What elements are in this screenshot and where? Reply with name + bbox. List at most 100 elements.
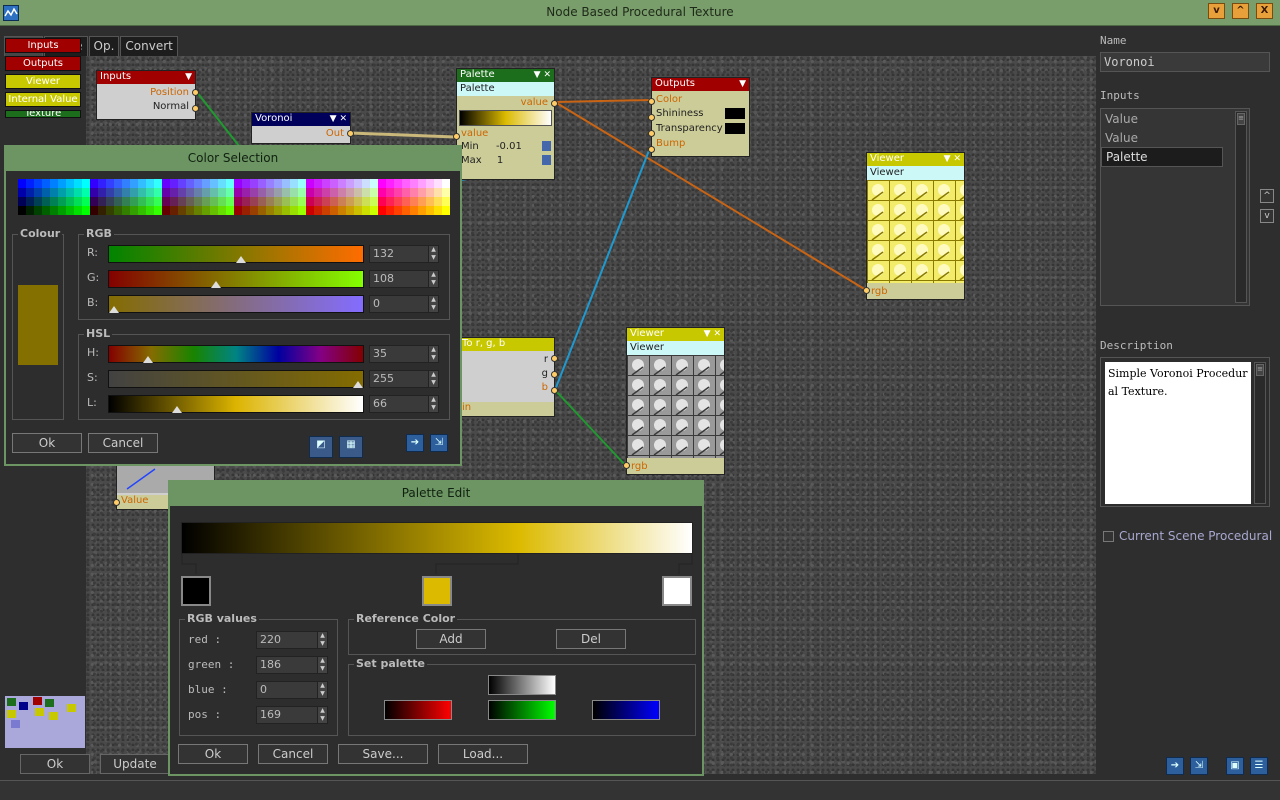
color-grid-swatch[interactable] (66, 179, 75, 189)
color-grid-swatch[interactable] (258, 206, 267, 215)
color-grid-swatch[interactable] (194, 188, 203, 198)
color-grid-swatch[interactable] (34, 188, 43, 198)
s-slider[interactable] (108, 370, 364, 388)
color-grid-swatch[interactable] (290, 197, 299, 207)
close-icon[interactable]: ▼ ✕ (944, 153, 961, 165)
color-grid-swatch[interactable] (282, 188, 291, 198)
color-grid-swatch[interactable] (66, 206, 75, 215)
color-grid-swatch[interactable] (330, 197, 339, 207)
color-grid-swatch[interactable] (234, 179, 243, 189)
color-grid-swatch[interactable] (114, 206, 123, 215)
move-down-button[interactable]: v (1260, 209, 1274, 223)
color-grid-swatch[interactable] (90, 179, 99, 189)
color-grid-swatch[interactable] (242, 179, 251, 189)
input-port[interactable] (623, 462, 630, 469)
input-port[interactable] (648, 146, 655, 153)
color-grid-swatch[interactable] (218, 197, 227, 207)
list-item[interactable]: Value (1101, 109, 1249, 129)
color-grid-swatch[interactable] (290, 188, 299, 198)
color-grid-swatch[interactable] (402, 197, 411, 207)
color-grid-swatch[interactable] (386, 197, 395, 207)
color-grid-swatch[interactable] (178, 179, 187, 189)
color-grid-swatch[interactable] (226, 206, 235, 215)
color-grid-swatch[interactable] (26, 179, 35, 189)
color-grid-swatch[interactable] (34, 206, 43, 215)
r-slider[interactable] (108, 245, 364, 263)
color-grid-swatch[interactable] (210, 179, 219, 189)
color-grid-swatch[interactable] (186, 188, 195, 198)
color-grid-swatch[interactable] (266, 179, 275, 189)
color-grid-swatch[interactable] (122, 206, 131, 215)
color-grid-swatch[interactable] (202, 188, 211, 198)
color-grid-swatch[interactable] (266, 188, 275, 198)
color-grid-swatch[interactable] (42, 206, 51, 215)
color-grid-swatch[interactable] (434, 188, 443, 198)
node-header[interactable]: Outputs ▼ (652, 78, 749, 91)
maximize-button[interactable]: ^ (1232, 3, 1249, 19)
palette-grid-button[interactable]: ▦ (339, 436, 363, 458)
color-grid-swatch[interactable] (114, 179, 123, 189)
color-grid[interactable] (18, 179, 450, 215)
color-grid-swatch[interactable] (90, 206, 99, 215)
input-port[interactable] (113, 499, 120, 506)
color-grid-swatch[interactable] (58, 197, 67, 207)
import-button[interactable]: ⇲ (430, 434, 448, 452)
color-grid-swatch[interactable] (162, 197, 171, 207)
add-button[interactable]: Add (416, 629, 486, 649)
color-grid-swatch[interactable] (122, 188, 131, 198)
color-grid-swatch[interactable] (154, 179, 163, 189)
color-grid-swatch[interactable] (218, 179, 227, 189)
outputs-node[interactable]: Outputs ▼ Color Shininess Transparency Bu… (648, 77, 750, 157)
color-grid-swatch[interactable] (18, 179, 27, 189)
color-grid-swatch[interactable] (226, 188, 235, 198)
output-port[interactable] (192, 89, 199, 96)
spin-arrows-icon[interactable]: ▲ ▼ (428, 246, 438, 262)
color-grid-swatch[interactable] (98, 197, 107, 207)
color-grid-swatch[interactable] (226, 197, 235, 207)
color-grid-swatch[interactable] (50, 206, 59, 215)
stop-swatch-yellow[interactable] (422, 576, 452, 606)
color-grid-swatch[interactable] (74, 179, 83, 189)
color-grid-swatch[interactable] (338, 179, 347, 189)
color-grid-swatch[interactable] (210, 197, 219, 207)
color-grid-swatch[interactable] (418, 206, 427, 215)
color-grid-swatch[interactable] (442, 179, 450, 189)
color-grid-swatch[interactable] (178, 188, 187, 198)
node-header[interactable]: Inputs ▼ (97, 71, 195, 84)
color-grid-swatch[interactable] (418, 188, 427, 198)
scroll-handle-icon[interactable]: ≡ (1237, 113, 1245, 125)
color-grid-swatch[interactable] (410, 179, 419, 189)
color-grid-swatch[interactable] (298, 197, 307, 207)
color-grid-swatch[interactable] (330, 179, 339, 189)
input-port[interactable] (453, 133, 460, 140)
import-scene-button[interactable]: ⇲ (1190, 757, 1208, 775)
palette-node[interactable]: Palette ▼ ✕ Palette value value Min -0.01… (453, 68, 558, 180)
node-header[interactable]: Voronoi ▼ ✕ (252, 113, 350, 126)
color-grid-swatch[interactable] (218, 188, 227, 198)
color-grid-swatch[interactable] (154, 206, 163, 215)
r-spinbox[interactable]: 132 ▲ ▼ (369, 245, 439, 263)
color-grid-swatch[interactable] (242, 188, 251, 198)
color-grid-swatch[interactable] (442, 206, 450, 215)
color-grid-swatch[interactable] (74, 206, 83, 215)
color-grid-swatch[interactable] (146, 188, 155, 198)
color-grid-swatch[interactable] (98, 206, 107, 215)
del-button[interactable]: Del (556, 629, 626, 649)
color-grid-swatch[interactable] (106, 188, 115, 198)
color-grid-swatch[interactable] (258, 179, 267, 189)
color-grid-swatch[interactable] (298, 179, 307, 189)
color-grid-swatch[interactable] (26, 197, 35, 207)
color-grid-swatch[interactable] (106, 206, 115, 215)
color-grid-swatch[interactable] (146, 179, 155, 189)
transparency-swatch[interactable] (725, 123, 745, 134)
spin-arrows-icon[interactable]: ▲ ▼ (428, 396, 438, 412)
preset-grey-gradient[interactable] (488, 675, 556, 695)
color-grid-swatch[interactable] (370, 206, 379, 215)
color-grid-swatch[interactable] (250, 179, 259, 189)
color-grid-swatch[interactable] (50, 188, 59, 198)
color-grid-swatch[interactable] (114, 197, 123, 207)
color-grid-swatch[interactable] (74, 197, 83, 207)
color-grid-swatch[interactable] (210, 188, 219, 198)
color-grid-swatch[interactable] (66, 188, 75, 198)
color-grid-swatch[interactable] (346, 206, 355, 215)
